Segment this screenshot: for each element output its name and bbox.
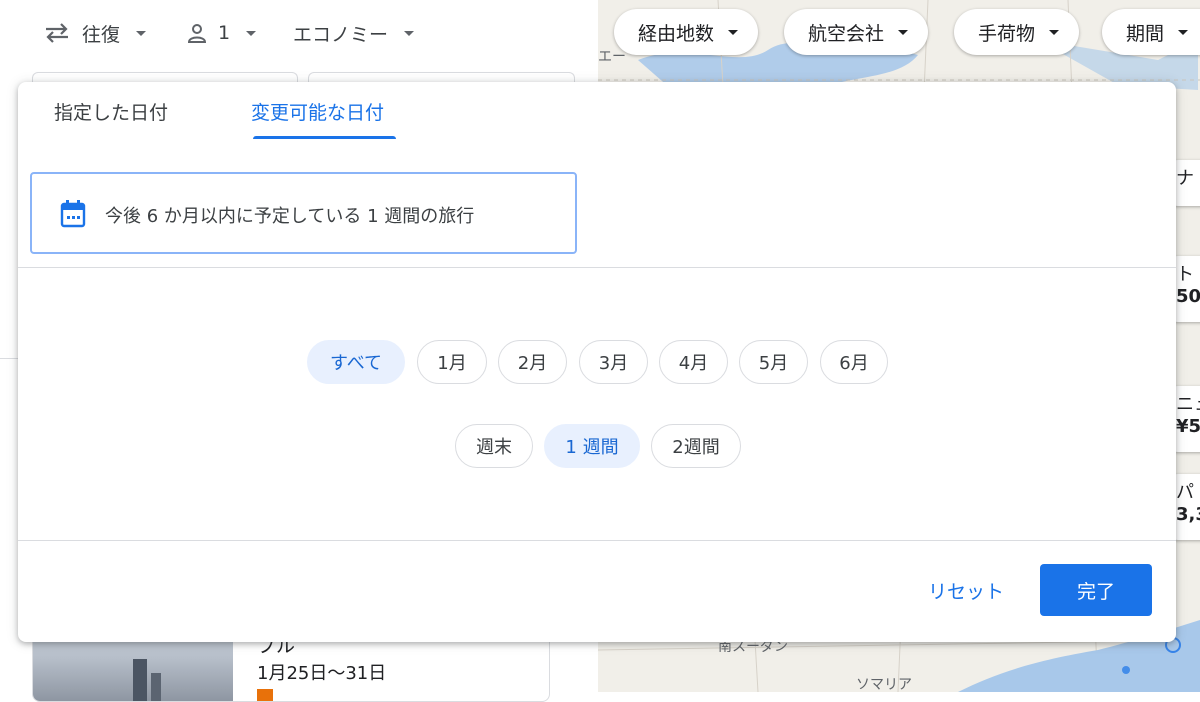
tab-specific-dates[interactable]: 指定した日付 bbox=[54, 98, 168, 125]
filter-chip-airlines[interactable]: 航空会社 bbox=[784, 9, 929, 55]
summary-text: 今後 6 か月以内に予定している 1 週間の旅行 bbox=[105, 206, 475, 227]
flexible-dates-dialog: 指定した日付 変更可能な日付 今後 6 か月以内に予定している 1 週間の旅行 … bbox=[18, 82, 1176, 642]
chevron-down-icon bbox=[404, 30, 415, 36]
map-card-city: ト bbox=[1176, 264, 1194, 285]
filter-chip-stops[interactable]: 経由地数 bbox=[614, 9, 759, 55]
map-card-price: 3,3 bbox=[1176, 504, 1200, 525]
search-options-bar: 往復 1 エコノミー bbox=[0, 0, 598, 68]
month-chip-may[interactable]: 5月 bbox=[739, 340, 808, 384]
calendar-icon bbox=[60, 200, 86, 228]
person-icon bbox=[187, 24, 207, 43]
chevron-down-icon bbox=[136, 30, 147, 36]
tab-flexible-dates[interactable]: 変更可能な日付 bbox=[251, 98, 384, 125]
map-card-price: ¥5 bbox=[1176, 416, 1200, 437]
swap-arrows-icon bbox=[46, 23, 68, 43]
filter-chip-label: 航空会社 bbox=[808, 22, 885, 45]
month-chip-feb[interactable]: 2月 bbox=[498, 340, 567, 384]
filter-chip-label: 経由地数 bbox=[638, 22, 715, 45]
chevron-down-icon bbox=[1049, 29, 1060, 35]
duration-chip-weekend[interactable]: 週末 bbox=[455, 424, 533, 468]
chevron-down-icon bbox=[898, 29, 909, 35]
chevron-down-icon bbox=[728, 29, 739, 35]
chevron-down-icon bbox=[1178, 29, 1189, 35]
divider bbox=[18, 267, 1176, 268]
flexible-date-summary[interactable]: 今後 6 か月以内に予定している 1 週間の旅行 bbox=[30, 172, 577, 254]
duration-chip-one-week[interactable]: 1 週間 bbox=[544, 424, 640, 468]
trip-type-select[interactable]: 往復 bbox=[44, 18, 147, 48]
month-chip-jun[interactable]: 6月 bbox=[820, 340, 888, 384]
divider bbox=[18, 540, 1176, 541]
map-card-price: 50 bbox=[1176, 286, 1200, 307]
month-chip-mar[interactable]: 3月 bbox=[579, 340, 648, 384]
passenger-count: 1 bbox=[218, 22, 231, 44]
passenger-select[interactable]: 1 bbox=[186, 18, 257, 48]
destination-dates: 1月25日〜31日 bbox=[257, 663, 387, 684]
filter-chip-label: 期間 bbox=[1126, 22, 1165, 45]
month-chip-jan[interactable]: 1月 bbox=[417, 340, 487, 384]
chevron-down-icon bbox=[246, 30, 257, 36]
cabin-class-label: エコノミー bbox=[293, 23, 389, 46]
done-button[interactable]: 完了 bbox=[1040, 564, 1152, 616]
month-chip-all[interactable]: すべて bbox=[307, 340, 405, 384]
map-card-city: パ bbox=[1176, 482, 1194, 503]
airline-logo bbox=[257, 689, 273, 701]
map-card-city: ニュ bbox=[1176, 394, 1200, 415]
map-region-label: ソマリア bbox=[856, 677, 912, 692]
month-chip-apr[interactable]: 4月 bbox=[659, 340, 728, 384]
selected-tab-indicator bbox=[253, 136, 396, 139]
filter-chip-label: 手荷物 bbox=[978, 22, 1036, 45]
cabin-class-select[interactable]: エコノミー bbox=[293, 18, 415, 48]
duration-chip-two-weeks[interactable]: 2週間 bbox=[651, 424, 741, 468]
filter-chip-baggage[interactable]: 手荷物 bbox=[954, 9, 1080, 55]
divider bbox=[0, 358, 18, 359]
reset-button[interactable]: リセット bbox=[908, 564, 1024, 616]
map-card-city: ナ bbox=[1176, 168, 1194, 189]
trip-type-label: 往復 bbox=[82, 23, 121, 46]
filter-chip-duration[interactable]: 期間 bbox=[1102, 9, 1200, 55]
